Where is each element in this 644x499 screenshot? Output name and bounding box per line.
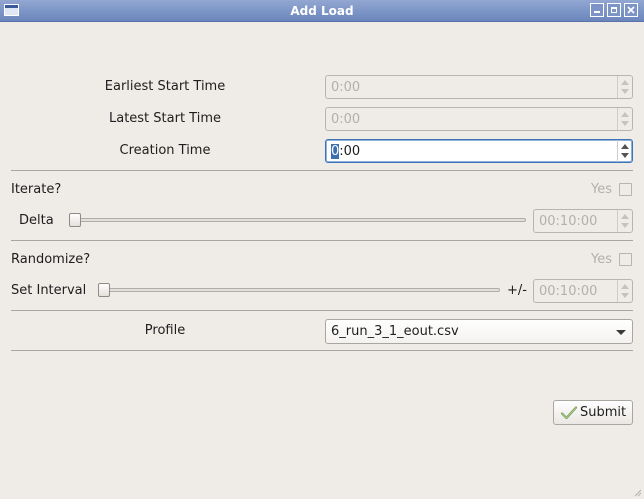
delta-spinbox[interactable]: 00:10:00 (533, 209, 633, 233)
iterate-label: Iterate? (11, 182, 62, 197)
window-title: Add Load (290, 4, 354, 18)
randomize-yes-label: Yes (591, 252, 612, 267)
latest-start-time-spinbox[interactable]: 0:00 (325, 107, 633, 131)
spin-down-icon (621, 121, 629, 126)
interval-slider[interactable] (101, 288, 500, 292)
resize-grip-icon[interactable] (632, 487, 642, 497)
spin-up-icon (621, 80, 629, 85)
title-bar[interactable]: Add Load (0, 0, 644, 22)
spin-up-icon (621, 144, 629, 149)
submit-button[interactable]: Submit (553, 400, 633, 425)
randomize-checkbox[interactable] (619, 253, 632, 266)
latest-start-time-label: Latest Start Time (108, 111, 221, 126)
latest-start-time-stepper[interactable] (617, 108, 632, 130)
spin-up-icon (621, 284, 629, 289)
plus-minus-label: +/- (507, 283, 527, 298)
delta-stepper[interactable] (617, 210, 632, 232)
profile-selected-value: 6_run_3_1_eout.csv (331, 324, 459, 339)
maximize-button[interactable] (607, 3, 621, 17)
divider (11, 240, 633, 241)
latest-start-time-value: 0:00 (331, 112, 361, 127)
divider (11, 350, 633, 351)
delta-slider[interactable] (72, 218, 526, 222)
delta-slider-handle[interactable] (69, 213, 81, 227)
earliest-start-time-spinbox[interactable]: 0:00 (325, 75, 633, 99)
randomize-label: Randomize? (11, 252, 91, 267)
earliest-start-time-stepper[interactable] (617, 76, 632, 98)
divider (11, 310, 633, 311)
iterate-checkbox[interactable] (619, 183, 632, 196)
minimize-button[interactable] (590, 3, 604, 17)
interval-stepper[interactable] (617, 280, 632, 302)
iterate-yes-label: Yes (591, 182, 612, 197)
dropdown-arrow-icon (616, 330, 626, 335)
spin-down-icon (621, 153, 629, 158)
submit-label: Submit (580, 405, 627, 420)
spin-down-icon (621, 89, 629, 94)
creation-time-spinbox[interactable]: 0:00 (325, 139, 633, 163)
earliest-start-time-value: 0:00 (331, 80, 361, 95)
profile-label: Profile (144, 323, 186, 338)
creation-time-rest-text: :00 (339, 144, 361, 159)
earliest-start-time-label: Earliest Start Time (104, 79, 226, 94)
creation-time-label: Creation Time (119, 143, 211, 158)
creation-time-value[interactable]: 0:00 (331, 144, 360, 159)
close-button[interactable] (624, 3, 638, 17)
close-icon (627, 6, 635, 14)
interval-value: 00:10:00 (539, 284, 598, 299)
spin-down-icon (621, 223, 629, 228)
spin-down-icon (621, 293, 629, 298)
interval-slider-handle[interactable] (98, 283, 110, 297)
spin-up-icon (621, 112, 629, 117)
divider (11, 170, 633, 171)
creation-time-stepper[interactable] (617, 140, 632, 162)
set-interval-label: Set Interval (11, 283, 87, 298)
delta-value: 00:10:00 (539, 214, 598, 229)
interval-spinbox[interactable]: 00:10:00 (533, 279, 633, 303)
delta-label: Delta (19, 213, 54, 228)
spin-up-icon (621, 214, 629, 219)
profile-select[interactable]: 6_run_3_1_eout.csv (325, 319, 633, 344)
checkmark-icon (560, 406, 578, 420)
